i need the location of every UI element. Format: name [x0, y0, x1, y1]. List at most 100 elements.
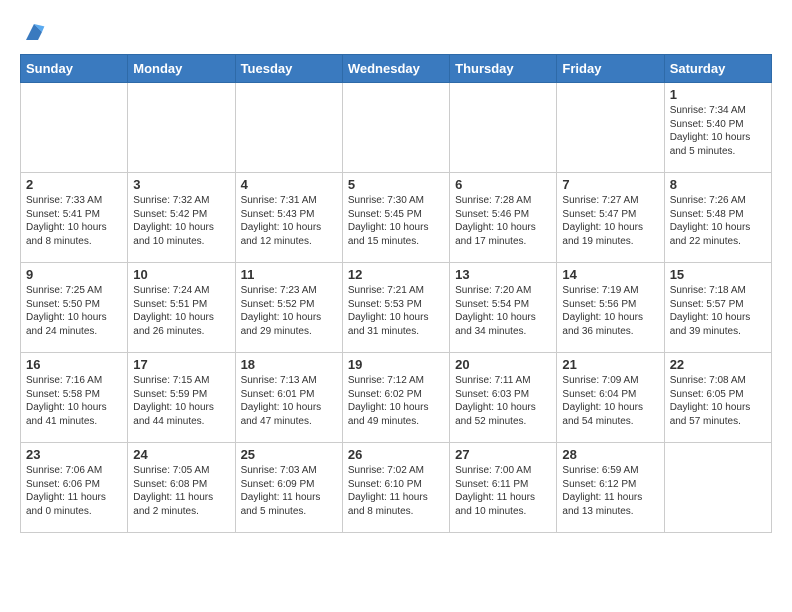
calendar-week-row: 23 Sunrise: 7:06 AM Sunset: 6:06 PM Dayli… [21, 443, 772, 533]
calendar-cell: 27 Sunrise: 7:00 AM Sunset: 6:11 PM Dayli… [450, 443, 557, 533]
page-header [20, 20, 772, 44]
calendar-cell: 8 Sunrise: 7:26 AM Sunset: 5:48 PM Daylig… [664, 173, 771, 263]
logo [20, 20, 46, 44]
day-info: Sunrise: 7:28 AM Sunset: 5:46 PM Dayligh… [455, 194, 551, 248]
day-number: 18 [241, 357, 337, 372]
calendar-cell: 10 Sunrise: 7:24 AM Sunset: 5:51 PM Dayli… [128, 263, 235, 353]
day-number: 5 [348, 177, 444, 192]
weekday-header: Monday [128, 55, 235, 83]
day-info: Sunrise: 7:11 AM Sunset: 6:03 PM Dayligh… [455, 374, 551, 428]
calendar-cell: 24 Sunrise: 7:05 AM Sunset: 6:08 PM Dayli… [128, 443, 235, 533]
calendar-cell [21, 83, 128, 173]
calendar-cell: 25 Sunrise: 7:03 AM Sunset: 6:09 PM Dayli… [235, 443, 342, 533]
day-number: 22 [670, 357, 766, 372]
calendar-cell: 28 Sunrise: 6:59 AM Sunset: 6:12 PM Dayli… [557, 443, 664, 533]
calendar-week-row: 2 Sunrise: 7:33 AM Sunset: 5:41 PM Daylig… [21, 173, 772, 263]
calendar-cell: 19 Sunrise: 7:12 AM Sunset: 6:02 PM Dayli… [342, 353, 449, 443]
calendar-week-row: 9Sunrise: 7:25 AM Sunset: 5:50 PM Daylig… [21, 263, 772, 353]
weekday-header: Tuesday [235, 55, 342, 83]
day-number: 16 [26, 357, 122, 372]
day-info: Sunrise: 7:26 AM Sunset: 5:48 PM Dayligh… [670, 194, 766, 248]
day-number: 25 [241, 447, 337, 462]
calendar-cell [235, 83, 342, 173]
day-info: Sunrise: 7:18 AM Sunset: 5:57 PM Dayligh… [670, 284, 766, 338]
day-info: Sunrise: 7:13 AM Sunset: 6:01 PM Dayligh… [241, 374, 337, 428]
weekday-header: Saturday [664, 55, 771, 83]
calendar-cell: 2 Sunrise: 7:33 AM Sunset: 5:41 PM Daylig… [21, 173, 128, 263]
day-info: Sunrise: 7:33 AM Sunset: 5:41 PM Dayligh… [26, 194, 122, 248]
day-number: 26 [348, 447, 444, 462]
calendar-cell: 5 Sunrise: 7:30 AM Sunset: 5:45 PM Daylig… [342, 173, 449, 263]
day-number: 13 [455, 267, 551, 282]
calendar-cell: 21 Sunrise: 7:09 AM Sunset: 6:04 PM Dayli… [557, 353, 664, 443]
day-info: Sunrise: 7:03 AM Sunset: 6:09 PM Dayligh… [241, 464, 337, 518]
calendar-cell [342, 83, 449, 173]
day-number: 19 [348, 357, 444, 372]
day-info: Sunrise: 7:24 AM Sunset: 5:51 PM Dayligh… [133, 284, 229, 338]
day-number: 10 [133, 267, 229, 282]
day-number: 6 [455, 177, 551, 192]
calendar-cell [664, 443, 771, 533]
calendar-cell: 20 Sunrise: 7:11 AM Sunset: 6:03 PM Dayli… [450, 353, 557, 443]
day-number: 11 [241, 267, 337, 282]
calendar-cell: 3Sunrise: 7:32 AM Sunset: 5:42 PM Daylig… [128, 173, 235, 263]
calendar-cell: 11Sunrise: 7:23 AM Sunset: 5:52 PM Dayli… [235, 263, 342, 353]
day-info: Sunrise: 7:20 AM Sunset: 5:54 PM Dayligh… [455, 284, 551, 338]
calendar-cell: 9Sunrise: 7:25 AM Sunset: 5:50 PM Daylig… [21, 263, 128, 353]
day-info: Sunrise: 7:21 AM Sunset: 5:53 PM Dayligh… [348, 284, 444, 338]
calendar-cell: 22 Sunrise: 7:08 AM Sunset: 6:05 PM Dayli… [664, 353, 771, 443]
day-info: Sunrise: 7:06 AM Sunset: 6:06 PM Dayligh… [26, 464, 122, 518]
day-number: 8 [670, 177, 766, 192]
day-number: 23 [26, 447, 122, 462]
day-info: Sunrise: 7:15 AM Sunset: 5:59 PM Dayligh… [133, 374, 229, 428]
day-number: 21 [562, 357, 658, 372]
calendar-cell: 14Sunrise: 7:19 AM Sunset: 5:56 PM Dayli… [557, 263, 664, 353]
calendar-cell: 12 Sunrise: 7:21 AM Sunset: 5:53 PM Dayli… [342, 263, 449, 353]
day-number: 9 [26, 267, 122, 282]
calendar-table: SundayMondayTuesdayWednesdayThursdayFrid… [20, 54, 772, 533]
calendar-cell [557, 83, 664, 173]
day-number: 20 [455, 357, 551, 372]
day-info: Sunrise: 6:59 AM Sunset: 6:12 PM Dayligh… [562, 464, 658, 518]
day-number: 17 [133, 357, 229, 372]
day-number: 27 [455, 447, 551, 462]
weekday-header: Sunday [21, 55, 128, 83]
calendar-cell: 26 Sunrise: 7:02 AM Sunset: 6:10 PM Dayli… [342, 443, 449, 533]
day-number: 2 [26, 177, 122, 192]
day-info: Sunrise: 7:09 AM Sunset: 6:04 PM Dayligh… [562, 374, 658, 428]
day-info: Sunrise: 7:05 AM Sunset: 6:08 PM Dayligh… [133, 464, 229, 518]
day-number: 24 [133, 447, 229, 462]
calendar-week-row: 16 Sunrise: 7:16 AM Sunset: 5:58 PM Dayli… [21, 353, 772, 443]
day-number: 4 [241, 177, 337, 192]
weekday-header: Wednesday [342, 55, 449, 83]
logo-icon [22, 20, 46, 44]
day-number: 12 [348, 267, 444, 282]
day-info: Sunrise: 7:12 AM Sunset: 6:02 PM Dayligh… [348, 374, 444, 428]
day-info: Sunrise: 7:00 AM Sunset: 6:11 PM Dayligh… [455, 464, 551, 518]
calendar-cell: 17 Sunrise: 7:15 AM Sunset: 5:59 PM Dayli… [128, 353, 235, 443]
calendar-cell: 23 Sunrise: 7:06 AM Sunset: 6:06 PM Dayli… [21, 443, 128, 533]
day-info: Sunrise: 7:31 AM Sunset: 5:43 PM Dayligh… [241, 194, 337, 248]
calendar-cell [450, 83, 557, 173]
day-number: 14 [562, 267, 658, 282]
day-info: Sunrise: 7:27 AM Sunset: 5:47 PM Dayligh… [562, 194, 658, 248]
calendar-cell: 15 Sunrise: 7:18 AM Sunset: 5:57 PM Dayli… [664, 263, 771, 353]
calendar-header-row: SundayMondayTuesdayWednesdayThursdayFrid… [21, 55, 772, 83]
calendar-cell: 6 Sunrise: 7:28 AM Sunset: 5:46 PM Daylig… [450, 173, 557, 263]
weekday-header: Friday [557, 55, 664, 83]
calendar-cell [128, 83, 235, 173]
calendar-cell: 18 Sunrise: 7:13 AM Sunset: 6:01 PM Dayli… [235, 353, 342, 443]
day-info: Sunrise: 7:16 AM Sunset: 5:58 PM Dayligh… [26, 374, 122, 428]
day-info: Sunrise: 7:08 AM Sunset: 6:05 PM Dayligh… [670, 374, 766, 428]
day-info: Sunrise: 7:30 AM Sunset: 5:45 PM Dayligh… [348, 194, 444, 248]
day-number: 15 [670, 267, 766, 282]
calendar-cell: 7Sunrise: 7:27 AM Sunset: 5:47 PM Daylig… [557, 173, 664, 263]
calendar-cell: 4 Sunrise: 7:31 AM Sunset: 5:43 PM Daylig… [235, 173, 342, 263]
day-number: 28 [562, 447, 658, 462]
day-number: 3 [133, 177, 229, 192]
day-number: 1 [670, 87, 766, 102]
calendar-cell: 1Sunrise: 7:34 AM Sunset: 5:40 PM Daylig… [664, 83, 771, 173]
calendar-cell: 16 Sunrise: 7:16 AM Sunset: 5:58 PM Dayli… [21, 353, 128, 443]
day-info: Sunrise: 7:02 AM Sunset: 6:10 PM Dayligh… [348, 464, 444, 518]
calendar-cell: 13 Sunrise: 7:20 AM Sunset: 5:54 PM Dayli… [450, 263, 557, 353]
